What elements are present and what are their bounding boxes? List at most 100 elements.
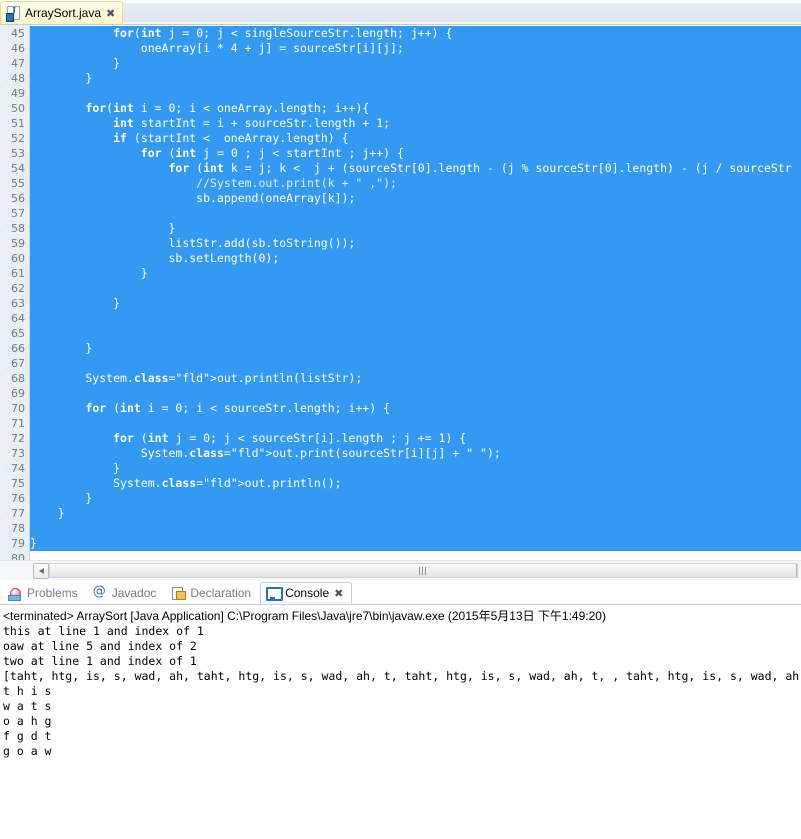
scrollbar-grip-icon [419,567,427,575]
declaration-icon [171,586,187,600]
view-tab-label: Console [285,586,330,600]
close-icon[interactable]: ✖ [334,588,343,599]
editor-tab-arraysort-java[interactable]: ArraySort.java ✖ [0,1,124,24]
code-line[interactable]: } [30,506,801,521]
view-tab-label: Declaration [190,586,252,600]
console-output-line: oaw at line 5 and index of 2 [3,639,197,653]
code-line[interactable]: } [30,491,801,506]
bottom-view-tab-bar: Problems Javadoc Declaration Console ✖ [0,580,801,605]
line-number: 68 [11,372,25,385]
console-view[interactable]: <terminated> ArraySort [Java Application… [0,605,801,819]
console-output-line: g o a w [3,744,52,758]
code-line[interactable]: } [30,341,801,356]
line-number: 73 [11,447,25,460]
code-text-area[interactable]: for(int j = 0; j < singleSourceStr.lengt… [30,25,801,560]
line-number: 78 [11,522,25,535]
code-line[interactable]: System.class="fld">out.print(sourceStr[i… [30,446,801,461]
code-line[interactable]: oneArray[i * 4 + j] = sourceStr[i][j]; [30,41,801,56]
line-number: 52 [11,132,25,145]
line-number: 77 [11,507,25,520]
line-number: 53 [11,147,25,160]
code-line[interactable]: sb.append(oneArray[k]); [30,191,801,206]
line-number: 71 [11,417,25,430]
code-line[interactable]: } [30,461,801,476]
code-line[interactable]: System.class="fld">out.println(listStr); [30,371,801,386]
line-number: 46 [11,42,25,55]
view-tab-label: Problems [27,586,78,600]
code-line[interactable]: for(int j = 0; j < singleSourceStr.lengt… [30,26,801,41]
line-number: 72 [11,432,25,445]
view-tab-problems[interactable]: Problems [2,582,87,604]
code-line[interactable]: for(int i = 0; i < oneArray.length; i++)… [30,101,801,116]
code-line[interactable]: sb.setLength(0); [30,251,801,266]
line-number: 45 [11,27,25,40]
line-number-gutter: 45 46 47 48 49 50 51 52 53 54 55 56 57 58 59 60 61 62 63 64… [0,25,30,560]
line-number: 70 [11,402,25,415]
console-output-line: o a h g [3,714,52,728]
code-line[interactable]: for (int k = j; k < j + (sourceStr[0].le… [30,161,801,176]
line-number: 49 [11,87,25,100]
java-file-icon [6,6,20,22]
code-line[interactable] [30,416,801,431]
line-number: 79 [11,537,25,550]
scroll-left-arrow-icon[interactable] [33,562,49,579]
line-number: 80 [11,552,25,560]
code-line[interactable] [30,281,801,296]
console-output-line: f g d t [3,729,52,743]
view-tab-declaration[interactable]: Declaration [165,582,260,604]
line-number: 59 [11,237,25,250]
code-line[interactable] [30,521,801,536]
code-line[interactable] [30,86,801,101]
view-tab-console[interactable]: Console ✖ [260,582,353,604]
code-line[interactable]: } [30,266,801,281]
code-line[interactable]: for (int j = 0; j < sourceStr[i].length … [30,431,801,446]
line-number: 55 [11,177,25,190]
tab-strip-filler [122,3,801,24]
view-tab-label: Javadoc [111,586,157,600]
problems-icon [8,586,22,601]
code-line[interactable]: } [30,221,801,236]
javadoc-icon [93,584,107,600]
line-number: 66 [11,342,25,355]
code-line[interactable]: listStr.add(sb.toString()); [30,236,801,251]
code-line[interactable]: } [30,296,801,311]
code-line[interactable] [30,326,801,341]
code-line[interactable] [30,386,801,401]
line-number: 76 [11,492,25,505]
view-tab-javadoc[interactable]: Javadoc [87,582,166,604]
code-editor[interactable]: 45 46 47 48 49 50 51 52 53 54 55 56 57 58 59 60 61 62 63 64… [0,25,801,560]
code-line[interactable] [30,551,801,560]
code-line[interactable]: for (int j = 0 ; j < startInt ; j++) { [30,146,801,161]
line-number: 54 [11,162,25,175]
code-line[interactable]: } [30,71,801,86]
console-output: this at line 1 and index of 1 oaw at line… [2,624,801,759]
console-icon [266,586,284,601]
scrollbar-thumb[interactable] [50,564,797,577]
code-line[interactable]: } [30,536,801,551]
code-line[interactable]: for (int i = 0; i < sourceStr.length; i+… [30,401,801,416]
line-number: 63 [11,297,25,310]
line-number: 47 [11,57,25,70]
console-output-line: two at line 1 and index of 1 [3,654,197,668]
code-line[interactable]: int startInt = i + sourceStr.length + 1; [30,116,801,131]
line-number: 50 [11,102,25,115]
code-line[interactable]: if (startInt < oneArray.length) { [30,131,801,146]
code-line[interactable]: } [30,56,801,71]
code-line[interactable]: //System.out.print(k + " ,"); [30,176,801,191]
code-line[interactable]: System.class="fld">out.println(); [30,476,801,491]
close-icon[interactable]: ✖ [106,8,115,19]
line-number: 57 [11,207,25,220]
code-line[interactable] [30,311,801,326]
line-number: 60 [11,252,25,265]
code-line[interactable] [30,356,801,371]
editor-tab-label: ArraySort.java [25,6,102,20]
console-output-line: this at line 1 and index of 1 [3,624,204,638]
editor-tab-strip: ArraySort.java ✖ [0,0,801,25]
line-number: 74 [11,462,25,475]
line-number: 64 [11,312,25,325]
code-line[interactable] [30,206,801,221]
editor-horizontal-scrollbar[interactable] [0,560,801,580]
line-number: 62 [11,282,25,295]
scrollbar-track[interactable] [49,563,798,578]
line-number: 69 [11,387,25,400]
